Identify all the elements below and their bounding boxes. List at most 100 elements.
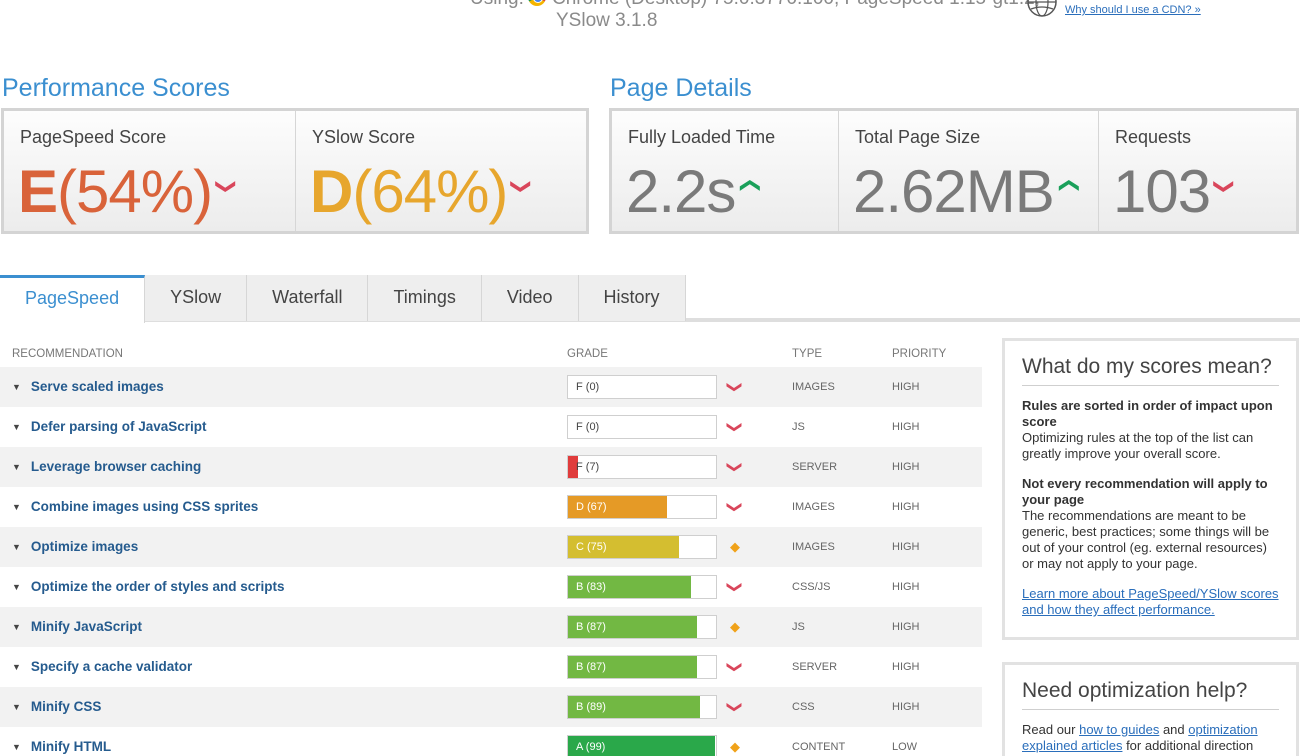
table-row[interactable]: ▼ Defer parsing of JavaScript F (0) ❯ JS HIGH <box>0 407 982 447</box>
scores-explanation-box: What do my scores mean? Rules are sorted… <box>1002 338 1299 640</box>
recommendation-cell[interactable]: ▼ Defer parsing of JavaScript <box>0 418 567 436</box>
grade-text: D (67) <box>576 501 607 513</box>
chevron-down-icon: ❯ <box>726 700 744 714</box>
scores-box-heading-1: Rules are sorted in order of impact upon… <box>1022 398 1273 429</box>
caret-down-icon[interactable]: ▼ <box>12 502 21 512</box>
table-row[interactable]: ▼ Minify HTML A (99) ◆ CONTENT LOW <box>0 727 982 756</box>
recommendation-cell[interactable]: ▼ Minify HTML <box>0 738 567 756</box>
recommendation-name[interactable]: Combine images using CSS sprites <box>31 499 258 514</box>
caret-down-icon[interactable]: ▼ <box>12 622 21 632</box>
priority-cell: HIGH <box>892 501 920 513</box>
caret-down-icon[interactable]: ▼ <box>12 702 21 712</box>
recommendation-name[interactable]: Defer parsing of JavaScript <box>31 419 207 434</box>
yslow-score-label: YSlow Score <box>312 127 416 147</box>
caret-down-icon[interactable]: ▼ <box>12 742 21 752</box>
recommendation-cell[interactable]: ▼ Serve scaled images <box>0 378 567 396</box>
priority-cell: LOW <box>892 741 918 753</box>
recommendation-name[interactable]: Minify CSS <box>31 699 102 714</box>
tab-waterfall[interactable]: Waterfall <box>247 275 369 321</box>
table-row[interactable]: ▼ Combine images using CSS sprites D (67) ❯… <box>0 487 982 527</box>
grade-cell: F (0) ❯ <box>567 375 792 399</box>
cdn-info-link[interactable]: Why should I use a CDN? » <box>1065 4 1201 16</box>
caret-down-icon[interactable]: ▼ <box>12 542 21 552</box>
page-details-title: Page Details <box>610 74 752 102</box>
recommendation-cell[interactable]: ▼ Leverage browser caching <box>0 458 567 476</box>
type-cell: CONTENT <box>792 741 846 753</box>
pagespeed-grade-percent: (54%) <box>57 158 213 225</box>
help-text-middle: and <box>1159 722 1189 737</box>
recommendation-cell[interactable]: ▼ Combine images using CSS sprites <box>0 498 567 516</box>
column-header-type[interactable]: TYPE <box>792 348 892 360</box>
grade-bar: C (75) <box>567 535 717 559</box>
scores-box-title: What do my scores mean? <box>1022 355 1279 386</box>
recommendation-cell[interactable]: ▼ Optimize images <box>0 538 567 556</box>
recommendation-cell[interactable]: ▼ Optimize the order of styles and script… <box>0 578 567 596</box>
caret-down-icon[interactable]: ▼ <box>12 662 21 672</box>
total-page-size-value: 2.62MB ❯ <box>853 151 1079 227</box>
type-cell: IMAGES <box>792 541 835 553</box>
tab-pagespeed[interactable]: PageSpeed <box>0 275 146 323</box>
caret-down-icon[interactable]: ▼ <box>12 382 21 392</box>
recommendation-cell[interactable]: ▼ Specify a cache validator <box>0 658 567 676</box>
help-box-title: Need optimization help? <box>1022 679 1279 710</box>
table-row[interactable]: ▼ Leverage browser caching F (7) ❯ SERVER HIG… <box>0 447 982 487</box>
tab-history[interactable]: History <box>578 275 686 321</box>
grade-cell: C (75) ◆ <box>567 535 792 559</box>
caret-down-icon[interactable]: ▼ <box>12 462 21 472</box>
caret-down-icon[interactable]: ▼ <box>12 422 21 432</box>
tab-video[interactable]: Video <box>481 275 579 321</box>
test-environment-info: Using: Chrome (Desktop) 75.0.3770.100, Pa… <box>470 0 1040 32</box>
grade-text: B (83) <box>576 581 606 593</box>
recommendation-name[interactable]: Optimize the order of styles and scripts <box>31 579 285 594</box>
chevron-down-icon: ❯ <box>726 460 744 474</box>
grade-bar: A (99) <box>567 735 717 756</box>
priority-cell: HIGH <box>892 421 920 433</box>
table-row[interactable]: ▼ Optimize images C (75) ◆ IMAGES HIGH <box>0 527 982 567</box>
priority-cell: HIGH <box>892 661 920 673</box>
table-row[interactable]: ▼ Optimize the order of styles and script… <box>0 567 982 607</box>
table-row[interactable]: ▼ Specify a cache validator B (87) ❯ SERVER H… <box>0 647 982 687</box>
chevron-down-icon: ❯ <box>214 178 237 194</box>
diamond-icon: ◆ <box>730 539 740 555</box>
recommendation-name[interactable]: Leverage browser caching <box>31 459 201 474</box>
column-header-grade[interactable]: GRADE <box>567 348 792 360</box>
grade-cell: A (99) ◆ <box>567 735 792 756</box>
type-cell: IMAGES <box>792 381 835 393</box>
type-cell: IMAGES <box>792 501 835 513</box>
total-page-size-label: Total Page Size <box>855 127 981 147</box>
fully-loaded-time-label: Fully Loaded Time <box>628 127 776 147</box>
requests-label: Requests <box>1115 127 1192 147</box>
pagespeed-score-label: PageSpeed Score <box>20 127 167 147</box>
column-header-priority[interactable]: PRIORITY <box>892 348 982 360</box>
learn-more-scores-link[interactable]: Learn more about PageSpeed/YSlow scores … <box>1022 586 1279 617</box>
table-row[interactable]: ▼ Minify CSS B (89) ❯ CSS HIGH <box>0 687 982 727</box>
scores-box-text-1: Optimizing rules at the top of the list … <box>1022 430 1254 461</box>
report-tabs: PageSpeed YSlow Waterfall Timings Video … <box>0 275 686 323</box>
chevron-up-icon: ❯ <box>738 178 761 194</box>
help-text-after: for additional direction <box>1122 738 1254 753</box>
recommendation-cell[interactable]: ▼ Minify JavaScript <box>0 618 567 636</box>
recommendation-name[interactable]: Optimize images <box>31 539 138 554</box>
fully-loaded-time-value: 2.2s ❯ <box>626 151 760 227</box>
grade-bar: F (7) <box>567 455 717 479</box>
how-to-guides-link[interactable]: how to guides <box>1079 722 1159 737</box>
table-row[interactable]: ▼ Serve scaled images F (0) ❯ IMAGES HIGH <box>0 367 982 407</box>
recommendation-name[interactable]: Minify HTML <box>31 739 111 754</box>
column-header-recommendation[interactable]: RECOMMENDATION <box>0 348 567 360</box>
tab-yslow[interactable]: YSlow <box>145 275 248 321</box>
recommendation-name[interactable]: Serve scaled images <box>31 379 164 394</box>
table-row[interactable]: ▼ Minify JavaScript B (87) ◆ JS HIGH <box>0 607 982 647</box>
recommendation-name[interactable]: Minify JavaScript <box>31 619 142 634</box>
priority-cell: HIGH <box>892 381 920 393</box>
grade-cell: B (83) ❯ <box>567 575 792 599</box>
recommendation-cell[interactable]: ▼ Minify CSS <box>0 698 567 716</box>
requests-cell: Requests 103 ❯ <box>1099 111 1296 231</box>
recommendation-name[interactable]: Specify a cache validator <box>31 659 192 674</box>
grade-cell: F (0) ❯ <box>567 415 792 439</box>
table-header: RECOMMENDATION GRADE TYPE PRIORITY <box>0 340 982 367</box>
type-cell: CSS/JS <box>792 581 831 593</box>
caret-down-icon[interactable]: ▼ <box>12 582 21 592</box>
tab-timings[interactable]: Timings <box>368 275 482 321</box>
fully-loaded-time-cell: Fully Loaded Time 2.2s ❯ <box>612 111 839 231</box>
pagespeed-grade-letter: E <box>18 158 58 225</box>
